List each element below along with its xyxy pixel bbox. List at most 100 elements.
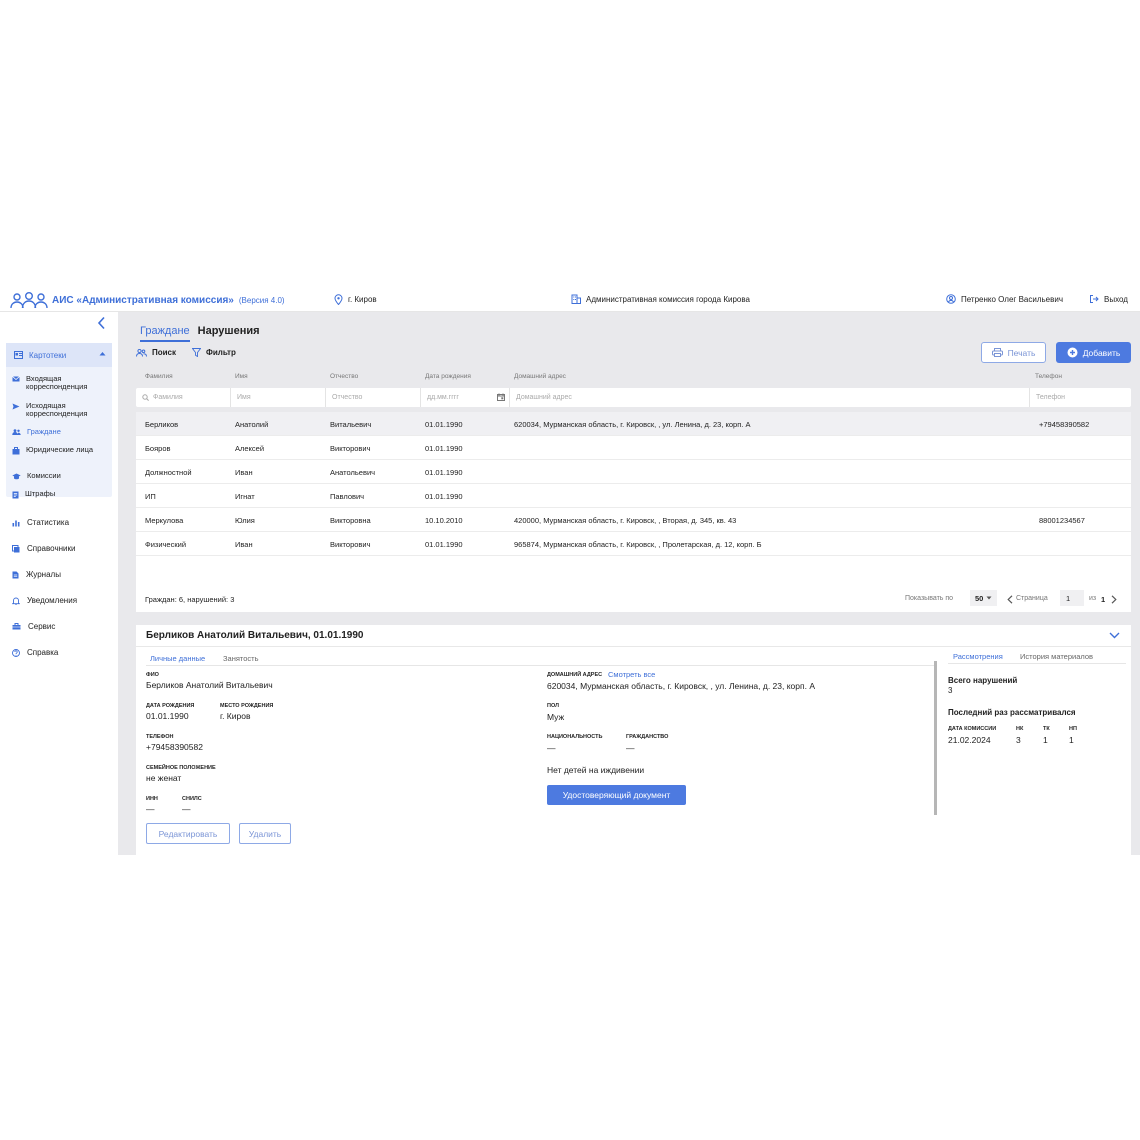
fio-value: Берликов Анатолий Витальевич bbox=[146, 680, 273, 690]
cell-birthdate: 10.10.2010 bbox=[425, 516, 463, 525]
filter-button[interactable]: Фильтр bbox=[192, 348, 236, 357]
cell-lastname: Должностной bbox=[145, 468, 192, 477]
table-row[interactable]: Должностной Иван Анатольевич 01.01.1990 bbox=[136, 460, 1131, 484]
np-label: НП bbox=[1069, 726, 1077, 732]
collapse-sidebar-icon[interactable] bbox=[96, 316, 108, 330]
firstname-filter[interactable]: Имя bbox=[231, 388, 326, 407]
sidebar-item-service[interactable]: Сервис bbox=[12, 622, 55, 631]
cell-birthdate: 01.01.1990 bbox=[425, 444, 463, 453]
add-button[interactable]: Добавить bbox=[1056, 342, 1131, 363]
commission-date-label: Дата комиссии bbox=[948, 726, 997, 732]
violations-total-label: Всего нарушений bbox=[948, 676, 1018, 685]
lastname-filter[interactable]: Фамилия bbox=[136, 388, 231, 407]
column-header[interactable]: Фамилия bbox=[145, 373, 173, 380]
edit-button[interactable]: Редактировать bbox=[146, 823, 230, 844]
tk-label: ТК bbox=[1043, 726, 1050, 732]
people-logo-icon bbox=[10, 292, 48, 309]
sidebar-item-label: Штрафы bbox=[25, 489, 56, 498]
sidebar-item-citizens[interactable]: Граждане bbox=[12, 428, 102, 436]
tab-materials-history[interactable]: История материалов bbox=[1020, 652, 1093, 663]
cell-patronymic: Анатольевич bbox=[330, 468, 376, 477]
organization-selector[interactable]: Административная комиссия города Кирова bbox=[571, 294, 750, 304]
chevron-left-icon[interactable] bbox=[1007, 595, 1013, 604]
chevron-right-icon[interactable] bbox=[1111, 595, 1117, 604]
page-input[interactable]: 1 bbox=[1060, 590, 1084, 606]
address-filter-placeholder: Домашний адрес bbox=[516, 394, 572, 401]
sidebar-item-label: Справка bbox=[27, 648, 59, 657]
app-title: АИС «Административная комиссия» bbox=[52, 294, 234, 306]
location-pin-icon bbox=[334, 294, 343, 305]
citizenship-value: — bbox=[626, 743, 635, 753]
search-button[interactable]: Поиск bbox=[136, 348, 176, 357]
sidebar-item-journals[interactable]: Журналы bbox=[12, 570, 61, 579]
delete-button[interactable]: Удалить bbox=[239, 823, 291, 844]
scrollbar[interactable] bbox=[934, 661, 937, 815]
tab-violations[interactable]: Нарушения bbox=[198, 325, 260, 342]
brand[interactable]: АИС «Административная комиссия» (Версия … bbox=[10, 291, 285, 309]
sidebar: Картотеки Входящая корреспонденция Исход… bbox=[0, 312, 118, 855]
total-pages: 1 bbox=[1101, 595, 1106, 604]
column-header[interactable]: Телефон bbox=[1035, 373, 1062, 380]
table-row[interactable]: Берликов Анатолий Витальевич 01.01.1990 … bbox=[136, 412, 1131, 436]
cell-lastname: Физический bbox=[145, 540, 187, 549]
nav-group-cards-toggle[interactable]: Картотеки bbox=[6, 343, 112, 367]
sidebar-item-help[interactable]: Справка bbox=[12, 648, 58, 657]
page-size-select[interactable]: 50 bbox=[970, 590, 997, 606]
user-menu[interactable]: Петренко Олег Васильевич bbox=[946, 294, 1063, 304]
column-header[interactable]: Отчество bbox=[330, 373, 358, 380]
patronymic-filter[interactable]: Отчество bbox=[326, 388, 421, 407]
detail-header[interactable]: Берликов Анатолий Витальевич, 01.01.1990 bbox=[136, 625, 1131, 647]
sidebar-item-references[interactable]: Справочники bbox=[12, 544, 75, 553]
app-version: (Версия 4.0) bbox=[238, 295, 285, 305]
divider bbox=[146, 665, 936, 666]
tab-employment[interactable]: Занятость bbox=[223, 654, 259, 665]
logout-button[interactable]: Выход bbox=[1089, 294, 1128, 304]
violations-total-value: 3 bbox=[948, 686, 953, 695]
birthdate-filter[interactable]: дд.мм.гггг bbox=[421, 388, 510, 407]
bar-chart-icon bbox=[12, 520, 20, 526]
cell-patronymic: Витальевич bbox=[330, 420, 372, 429]
search-label: Поиск bbox=[152, 348, 177, 357]
receipt-icon bbox=[12, 491, 19, 499]
column-header[interactable]: Дата рождения bbox=[425, 373, 471, 380]
table-row[interactable]: ИП Игнат Павлович 01.01.1990 bbox=[136, 484, 1131, 508]
cell-firstname: Алексей bbox=[235, 444, 265, 453]
table-row[interactable]: Физический Иван Викторович 01.01.1990 96… bbox=[136, 532, 1131, 556]
table-summary: Граждан: 6, нарушений: 3 bbox=[145, 595, 235, 604]
sidebar-item-incoming[interactable]: Входящая корреспонденция bbox=[12, 375, 102, 391]
print-button[interactable]: Печать bbox=[981, 342, 1046, 363]
column-header[interactable]: Имя bbox=[235, 373, 248, 380]
sidebar-item-fines[interactable]: Штрафы bbox=[12, 490, 102, 499]
cell-phone: 88001234567 bbox=[1039, 516, 1085, 525]
chevron-down-icon[interactable] bbox=[1109, 632, 1120, 639]
snils-label: СНИЛС bbox=[182, 796, 202, 802]
chevron-down-icon bbox=[986, 596, 992, 600]
table-row[interactable]: Бояров Алексей Викторович 01.01.1990 bbox=[136, 436, 1131, 460]
nav-group-label: Картотеки bbox=[29, 350, 67, 360]
search-icon bbox=[142, 394, 149, 401]
birthdate-value: 01.01.1990 bbox=[146, 711, 189, 721]
sidebar-item-label: Входящая корреспонденция bbox=[26, 374, 88, 391]
address-view-all-link[interactable]: Смотреть все bbox=[608, 670, 655, 679]
column-header[interactable]: Домашний адрес bbox=[514, 373, 566, 380]
calendar-icon[interactable] bbox=[497, 393, 505, 401]
address-filter[interactable]: Домашний адрес bbox=[510, 388, 1030, 407]
sidebar-item-outgoing[interactable]: Исходящая корреспонденция bbox=[12, 402, 102, 418]
cell-address: 620034, Мурманская область, г. Кировск, … bbox=[514, 420, 751, 429]
tab-citizens[interactable]: Граждане bbox=[140, 325, 190, 342]
plus-circle-icon bbox=[1067, 347, 1078, 358]
sidebar-item-commissions[interactable]: Комиссии bbox=[12, 472, 102, 480]
sidebar-item-notifications[interactable]: Уведомления bbox=[12, 596, 77, 605]
identity-document-button[interactable]: Удостоверяющий документ bbox=[547, 785, 686, 805]
cell-birthdate: 01.01.1990 bbox=[425, 540, 463, 549]
sidebar-item-legal-entities[interactable]: Юридические лица bbox=[12, 446, 102, 455]
cell-firstname: Иван bbox=[235, 540, 253, 549]
sidebar-item-label: Исходящая корреспонденция bbox=[26, 401, 88, 418]
people-search-icon bbox=[136, 348, 147, 357]
send-icon bbox=[12, 403, 20, 410]
phone-filter[interactable]: Телефон bbox=[1030, 388, 1131, 407]
cell-birthdate: 01.01.1990 bbox=[425, 420, 463, 429]
table-row[interactable]: Меркулова Юлия Викторовна 10.10.2010 420… bbox=[136, 508, 1131, 532]
city-selector[interactable]: г. Киров bbox=[334, 294, 377, 305]
sidebar-item-statistics[interactable]: Статистика bbox=[12, 518, 69, 527]
